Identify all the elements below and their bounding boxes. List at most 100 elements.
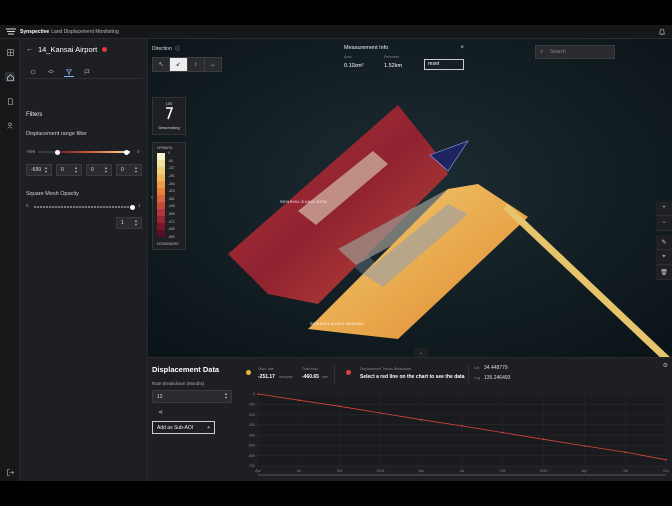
measurement-info: Measurement Info × Area 0.11km² Perimete… bbox=[340, 45, 466, 87]
brand-name: Synspective bbox=[20, 28, 50, 35]
direction-sw-button[interactable]: ↙ bbox=[170, 58, 188, 71]
opacity-max-tick: 1 bbox=[138, 203, 141, 208]
opacity-min-tick: 0 bbox=[26, 203, 29, 208]
coords-divider bbox=[468, 364, 469, 384]
displ-rate-unit: mm/year bbox=[279, 375, 293, 379]
range-min-knob[interactable] bbox=[55, 149, 60, 155]
series-point bbox=[624, 451, 626, 453]
tab-flag[interactable] bbox=[82, 67, 92, 77]
perimeter-label: Perimeter bbox=[384, 55, 400, 59]
aoi-panel: ← 14_Kansai Airport Filters Displacement… bbox=[20, 39, 148, 481]
legend-tick-label: -318 bbox=[168, 189, 175, 194]
x-tick-label: 2019 bbox=[540, 469, 548, 473]
x-tick-label: Apr bbox=[582, 469, 588, 473]
legend-top-label: UPWARD bbox=[157, 146, 173, 150]
displacement-data-panel: Displacement Data Rate Breakdown (Months… bbox=[148, 357, 672, 481]
lat-label: Lat bbox=[474, 366, 479, 370]
bell-icon[interactable] bbox=[658, 28, 666, 36]
x-tick-label: Oct bbox=[500, 469, 505, 473]
legend-ticks: 0 -64 -127 -191 -254 -318 -381 -445 -508 -572 -635… bbox=[168, 151, 186, 238]
total-displ-unit: mm bbox=[322, 375, 328, 379]
legend-color-bar bbox=[157, 153, 165, 238]
lng-value: 135.246493 bbox=[484, 375, 511, 381]
total-displ-value: -460.65 bbox=[302, 374, 319, 380]
lng-label: Lng bbox=[474, 376, 480, 380]
search-input[interactable]: ⌕ Search bbox=[535, 45, 615, 59]
reset-button[interactable]: reset bbox=[424, 59, 464, 70]
grid-icon[interactable] bbox=[5, 47, 15, 57]
tab-filters[interactable] bbox=[64, 67, 74, 77]
y-tick-label: -200 bbox=[248, 413, 255, 417]
filter-icon bbox=[66, 69, 72, 75]
measure-tool-button[interactable]: ⌖ bbox=[656, 250, 672, 265]
legend-tick-label: -445 bbox=[168, 204, 175, 209]
opacity-slider[interactable] bbox=[34, 204, 135, 210]
direction-vertical-button[interactable]: ↕ bbox=[188, 58, 205, 71]
delete-tool-button[interactable]: 🗑 bbox=[656, 265, 672, 280]
direction-buttons: ↖ ↙ ↕ ↔ bbox=[152, 57, 222, 72]
add-sub-aoi-button[interactable]: Add as Sub-AOI + bbox=[152, 421, 215, 434]
synspective-logo-icon bbox=[6, 28, 16, 35]
x-tick-label: Oct bbox=[663, 469, 668, 473]
aoi-header: ← 14_Kansai Airport bbox=[26, 45, 108, 54]
legend-tick-label: 0 bbox=[168, 151, 170, 155]
aoi-title: 14_Kansai Airport bbox=[38, 45, 98, 54]
expand-bottom-chevron-icon[interactable]: ⌄ bbox=[414, 348, 428, 357]
y-tick-label: -400 bbox=[248, 433, 255, 437]
layers-icon bbox=[48, 69, 54, 74]
y-tick-label: -600 bbox=[248, 454, 255, 458]
home-icon[interactable] bbox=[5, 72, 15, 82]
x-tick-label: Apr bbox=[418, 469, 424, 473]
map-label-south: SENSHU-KUKO-MINAMI bbox=[310, 321, 365, 326]
range-min-input[interactable]: -699 ▲ ▼ bbox=[26, 164, 52, 176]
direction-horizontal-button[interactable]: ↔ bbox=[205, 58, 221, 71]
area-value: 0.11km² bbox=[344, 63, 364, 69]
info-icon[interactable]: ⓘ bbox=[175, 46, 180, 52]
opacity-input[interactable]: 1 ▲ ▼ bbox=[116, 217, 142, 229]
range-max-knob[interactable] bbox=[124, 149, 129, 155]
descending-orbit-icon bbox=[166, 107, 174, 120]
opacity-knob[interactable] bbox=[130, 204, 135, 210]
displ-rate-value: -251.17 bbox=[258, 374, 275, 380]
settings-icon[interactable]: ⚙ bbox=[663, 362, 668, 369]
y-tick-label: -300 bbox=[248, 423, 255, 427]
area-label: Area bbox=[344, 55, 352, 59]
flag-icon bbox=[84, 69, 90, 75]
document-icon[interactable] bbox=[5, 96, 15, 106]
logout-icon[interactable] bbox=[5, 467, 15, 477]
series-point bbox=[257, 393, 259, 395]
search-icon: ⌕ bbox=[540, 49, 544, 55]
range-low-input[interactable]: 0 ▲ ▼ bbox=[56, 164, 82, 176]
back-arrow-icon[interactable]: ← bbox=[26, 46, 33, 53]
x-tick-label: Oct bbox=[337, 469, 342, 473]
displacement-chart[interactable]: 0-100-200-300-400-500-600-700Apr Jul Oct 20… bbox=[238, 392, 670, 476]
x-tick-label: Jul bbox=[297, 469, 302, 473]
range-slider[interactable] bbox=[38, 149, 130, 155]
zoom-out-button[interactable]: − bbox=[656, 216, 672, 231]
x-tick-label: Apr bbox=[255, 469, 261, 473]
collapse-panel-chevron-icon[interactable]: ‹ bbox=[148, 191, 156, 205]
map-view[interactable]: Direction ⓘ ↖ ↙ ↕ ↔ 105 Descending UPWAR… bbox=[148, 39, 672, 357]
legend-tick-label: -381 bbox=[168, 196, 175, 201]
y-tick-label: -700 bbox=[248, 464, 255, 468]
series-point bbox=[420, 419, 422, 421]
legend-tick-label: -635 bbox=[168, 227, 175, 232]
direction-label-group: Direction ⓘ bbox=[152, 45, 180, 52]
users-icon[interactable] bbox=[5, 120, 15, 130]
lat-value: 34.448779 bbox=[484, 365, 508, 371]
share-icon[interactable]: ⋖ bbox=[158, 409, 163, 416]
range-high-input[interactable]: 0 ▲ ▼ bbox=[86, 164, 112, 176]
direction-nw-button[interactable]: ↖ bbox=[153, 58, 171, 71]
measurement-title: Measurement Info bbox=[344, 45, 389, 51]
series-point bbox=[542, 438, 545, 440]
tab-settings[interactable] bbox=[28, 67, 38, 77]
search-placeholder: Search bbox=[550, 49, 566, 55]
draw-tool-button[interactable]: ✎ bbox=[656, 235, 672, 250]
legend-tick-label: -191 bbox=[168, 173, 175, 178]
range-max-input[interactable]: 0 ▲ ▼ bbox=[116, 164, 142, 176]
close-icon[interactable]: × bbox=[460, 45, 464, 51]
trends-breakdown-label: Displacement Trends Breakdown bbox=[360, 367, 412, 371]
tab-layers[interactable] bbox=[46, 67, 56, 77]
zoom-in-button[interactable]: + bbox=[656, 201, 672, 216]
rate-breakdown-input[interactable]: 12 ▲ ▼ bbox=[152, 390, 232, 403]
